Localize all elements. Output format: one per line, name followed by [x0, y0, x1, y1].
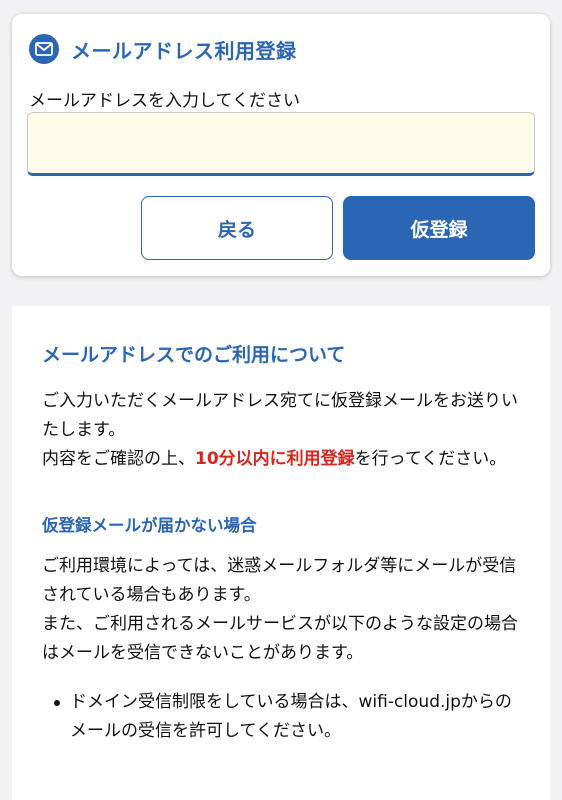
- email-label: メールアドレスを入力してください: [29, 91, 300, 111]
- info-paragraph: ご入力いただくメールアドレス宛てに仮登録メールをお送りいたします。 内容をご確認…: [42, 387, 522, 474]
- info-section: メールアドレスでのご利用について ご入力いただくメールアドレス宛てに仮登録メール…: [12, 306, 550, 800]
- back-button[interactable]: 戻る: [141, 196, 333, 260]
- list-item: ドメイン受信制限をしている場合は、wifi-cloud.jpからのメールの受信を…: [54, 688, 522, 746]
- card-header: メールアドレス利用登録: [29, 34, 297, 64]
- info-heading: メールアドレスでのご利用について: [42, 344, 346, 366]
- not-received-paragraph: ご利用環境によっては、迷惑メールフォルダ等にメールが受信されている場合もあります…: [42, 552, 522, 668]
- list-item-text: ドメイン受信制限をしている場合は、wifi-cloud.jpからのメールの受信を…: [70, 692, 512, 741]
- registration-card: メールアドレス利用登録 メールアドレスを入力してください 戻る 仮登録: [12, 14, 550, 276]
- bullet-icon: [54, 700, 60, 706]
- info-text-confirm: 内容をご確認の上、: [42, 449, 195, 469]
- email-field[interactable]: [27, 112, 535, 176]
- not-received-heading: 仮登録メールが届かない場合: [42, 516, 257, 535]
- info-text-sent: ご入力いただくメールアドレス宛てに仮登録メールをお送りいたします。: [42, 391, 518, 440]
- provisional-register-button[interactable]: 仮登録: [343, 196, 535, 260]
- page-title: メールアドレス利用登録: [71, 38, 297, 63]
- info-text-action: を行ってください。: [354, 449, 507, 469]
- mail-icon: [29, 34, 59, 64]
- settings-list: ドメイン受信制限をしている場合は、wifi-cloud.jpからのメールの受信を…: [42, 688, 522, 746]
- spam-folder-text: ご利用環境によっては、迷惑メールフォルダ等にメールが受信されている場合もあります…: [42, 556, 517, 605]
- deadline-highlight: 10分以内に利用登録: [195, 449, 355, 469]
- mail-settings-text: また、ご利用されるメールサービスが以下のような設定の場合はメールを受信できないこ…: [42, 614, 518, 663]
